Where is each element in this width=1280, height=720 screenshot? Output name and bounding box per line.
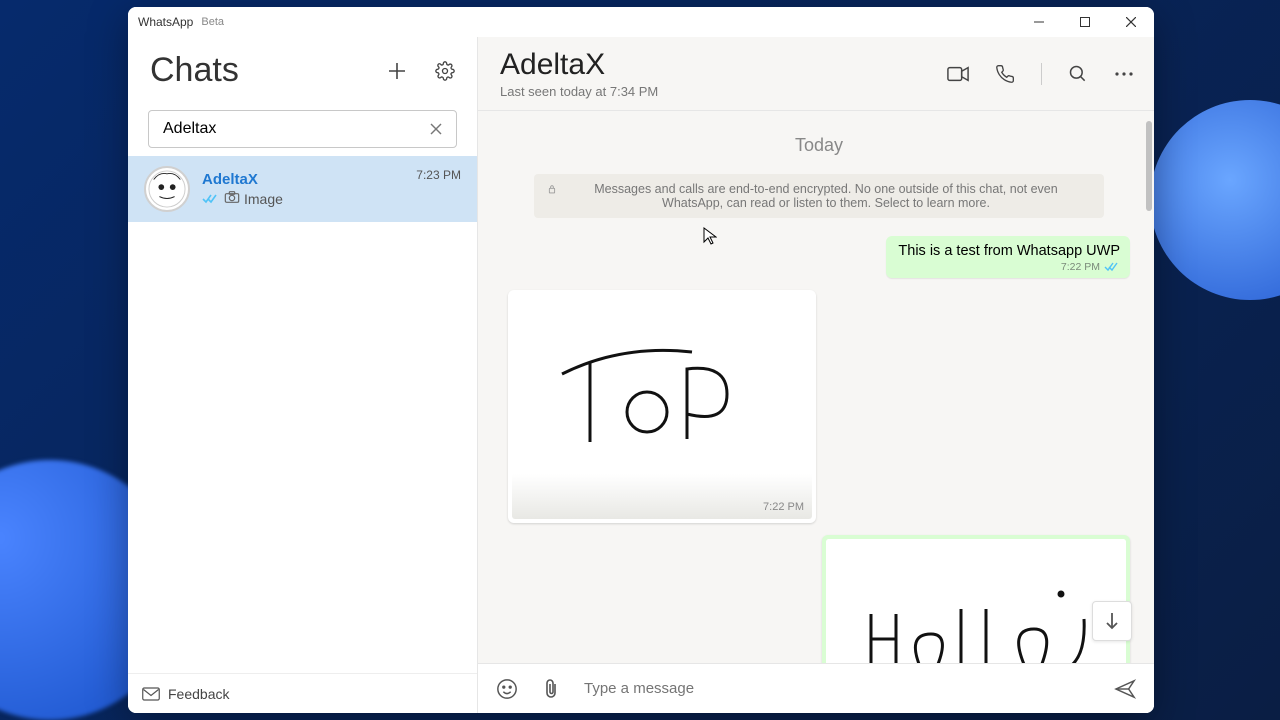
contact-name: AdeltaX xyxy=(500,48,658,82)
gear-icon xyxy=(435,61,455,81)
message-in-image[interactable]: 7:22 PM xyxy=(508,290,816,523)
encryption-text: Messages and calls are end-to-end encryp… xyxy=(562,182,1090,210)
search-icon xyxy=(1068,64,1088,84)
avatar xyxy=(144,166,190,212)
composer xyxy=(478,663,1154,713)
mail-icon xyxy=(142,687,160,701)
lock-icon xyxy=(548,182,556,196)
contact-status: Last seen today at 7:34 PM xyxy=(500,84,658,99)
minimize-button[interactable] xyxy=(1016,7,1062,37)
chat-item-time: 7:23 PM xyxy=(416,168,461,182)
scroll-to-bottom-button[interactable] xyxy=(1092,601,1132,641)
app-window: WhatsApp Beta Chats xyxy=(128,7,1154,713)
search-in-chat-button[interactable] xyxy=(1068,64,1088,84)
arrow-down-icon xyxy=(1104,612,1120,630)
chat-panel: AdeltaX Last seen today at 7:34 PM xyxy=(478,37,1154,713)
handwriting-hello xyxy=(826,539,1126,663)
search-input[interactable] xyxy=(163,120,424,138)
window-title: WhatsApp xyxy=(138,15,193,29)
close-icon xyxy=(430,123,442,135)
divider xyxy=(1041,63,1042,85)
handwriting-top xyxy=(512,294,812,519)
sidebar: Chats xyxy=(128,37,478,713)
chat-header: AdeltaX Last seen today at 7:34 PM xyxy=(478,37,1154,111)
more-icon xyxy=(1114,71,1134,77)
emoji-button[interactable] xyxy=(496,678,518,700)
plus-icon xyxy=(387,61,407,81)
feedback-button[interactable]: Feedback xyxy=(128,673,477,713)
read-receipt-icon xyxy=(202,193,220,205)
day-separator: Today xyxy=(508,135,1130,156)
phone-icon xyxy=(995,64,1015,84)
voice-call-button[interactable] xyxy=(995,64,1015,84)
chat-item-preview: Image xyxy=(244,191,283,207)
video-call-button[interactable] xyxy=(947,66,969,82)
window-title-suffix: Beta xyxy=(201,16,224,28)
message-text: This is a test from Whatsapp UWP xyxy=(898,243,1120,259)
close-button[interactable] xyxy=(1108,7,1154,37)
more-button[interactable] xyxy=(1114,71,1134,77)
message-out-text[interactable]: This is a test from Whatsapp UWP 7:22 PM xyxy=(886,236,1130,278)
chats-heading: Chats xyxy=(150,51,239,90)
chat-list: AdeltaX Image 7:23 PM xyxy=(128,156,477,673)
read-receipt-icon xyxy=(1104,262,1120,272)
clear-search-button[interactable] xyxy=(424,115,448,144)
chat-list-item[interactable]: AdeltaX Image 7:23 PM xyxy=(128,156,477,222)
scrollbar[interactable] xyxy=(1146,121,1152,211)
message-out-image[interactable] xyxy=(822,535,1130,663)
message-time: 7:22 PM xyxy=(1061,261,1100,273)
emoji-icon xyxy=(496,678,518,700)
video-icon xyxy=(947,66,969,82)
message-time: 7:22 PM xyxy=(763,501,804,513)
new-chat-button[interactable] xyxy=(387,61,407,81)
encryption-notice[interactable]: Messages and calls are end-to-end encryp… xyxy=(534,174,1104,218)
attach-icon xyxy=(544,678,558,700)
camera-icon xyxy=(224,190,240,207)
send-icon xyxy=(1114,679,1136,699)
maximize-button[interactable] xyxy=(1062,7,1108,37)
attach-button[interactable] xyxy=(544,678,558,700)
chat-item-name: AdeltaX xyxy=(202,171,404,188)
message-list[interactable]: Today Messages and calls are end-to-end … xyxy=(478,111,1154,663)
feedback-label: Feedback xyxy=(168,686,229,702)
message-input[interactable] xyxy=(584,680,1088,697)
settings-button[interactable] xyxy=(435,61,455,81)
send-button[interactable] xyxy=(1114,679,1136,699)
search-box[interactable] xyxy=(148,110,457,148)
titlebar: WhatsApp Beta xyxy=(128,7,1154,37)
